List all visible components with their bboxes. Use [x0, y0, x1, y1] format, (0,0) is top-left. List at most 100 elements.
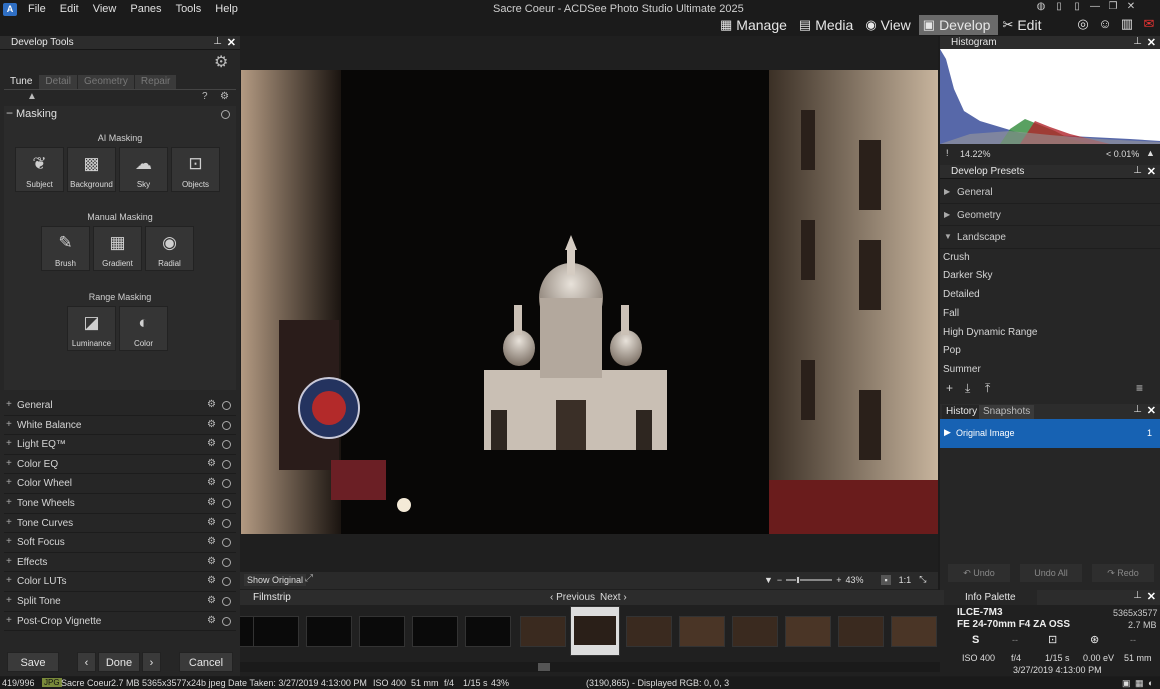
sky-button[interactable]: ☁ Sky	[119, 147, 168, 192]
masking-header[interactable]: − Masking	[4, 106, 236, 122]
restore-icon[interactable]: ❐	[1107, 1, 1119, 12]
undo-button[interactable]: ↶ Undo	[948, 564, 1010, 582]
thumbnail[interactable]	[838, 616, 884, 647]
gear-icon[interactable]: ⚙	[207, 595, 216, 606]
menu-edit[interactable]: Edit	[53, 3, 86, 16]
section-soft-focus[interactable]: + Soft Focus ⚙	[4, 533, 236, 553]
section-effects[interactable]: + Effects ⚙	[4, 552, 236, 573]
reset-circle-icon[interactable]	[222, 479, 231, 489]
previous-button[interactable]: ‹ Previous	[550, 592, 595, 603]
thumbnail[interactable]	[626, 616, 672, 647]
background-button[interactable]: ▩ Background	[67, 147, 116, 192]
undo-all-button[interactable]: Undo All	[1020, 564, 1082, 582]
thumbnail[interactable]	[785, 616, 831, 647]
preset-group-landscape[interactable]: ▼ Landscape	[940, 226, 1160, 249]
shadow-clip-icon[interactable]: !	[946, 148, 949, 158]
reset-circle-icon[interactable]	[222, 420, 231, 430]
preset-item[interactable]: Crush	[940, 249, 1160, 268]
section-split-tone[interactable]: + Split Tone ⚙	[4, 591, 236, 612]
section-white-balance[interactable]: + White Balance ⚙	[4, 415, 236, 436]
gear-icon[interactable]: ⚙	[207, 438, 216, 449]
scroll-thumb[interactable]	[538, 663, 550, 671]
reset-circle-icon[interactable]	[222, 498, 231, 508]
radial-button[interactable]: ◉ Radial	[145, 226, 194, 271]
previous-image-button[interactable]: ‹	[77, 652, 96, 672]
mode-media[interactable]: ▤ Media	[795, 15, 861, 35]
close-icon[interactable]: ✕	[1147, 165, 1156, 178]
section-light-eq[interactable]: + Light EQ™ ⚙	[4, 435, 236, 455]
smile-icon[interactable]: ☺	[1097, 16, 1113, 32]
close-icon[interactable]: ✕	[1147, 36, 1156, 49]
close-window-icon[interactable]: ✕	[1125, 1, 1137, 12]
show-original-button[interactable]: Show Original	[244, 574, 307, 586]
reset-circle-icon[interactable]	[222, 577, 231, 587]
status-icon-1[interactable]: ▣	[1122, 678, 1131, 689]
preset-item[interactable]: Darker Sky	[940, 267, 1160, 286]
add-preset-icon[interactable]: +	[946, 381, 953, 395]
photo-sacre-coeur[interactable]	[241, 70, 938, 534]
objects-button[interactable]: ⊡ Objects	[171, 147, 220, 192]
preset-item[interactable]: Detailed	[940, 286, 1160, 305]
status-icon-2[interactable]: ▦	[1135, 678, 1144, 689]
reset-circle-icon[interactable]	[221, 110, 230, 119]
menu-help[interactable]: Help	[208, 3, 245, 16]
menu-view[interactable]: View	[86, 3, 124, 16]
zoom-slider[interactable]	[786, 575, 833, 584]
thumbnail[interactable]	[520, 616, 566, 647]
fit-icon[interactable]: ▪	[881, 574, 891, 585]
next-button[interactable]: Next ›	[600, 592, 627, 603]
history-item-original[interactable]: ▶ Original Image 1	[940, 419, 1160, 448]
section-color-wheel[interactable]: + Color Wheel ⚙	[4, 474, 236, 494]
save-button[interactable]: Save	[7, 652, 59, 672]
highlight-warning-icon[interactable]: ▲	[1146, 148, 1155, 158]
thumbnail-selected[interactable]	[570, 606, 620, 656]
warning-icon[interactable]: ▲	[27, 91, 37, 102]
subject-button[interactable]: ❦ Subject	[15, 147, 64, 192]
brush-button[interactable]: ✎ Brush	[41, 226, 90, 271]
next-image-button[interactable]: ›	[142, 652, 161, 672]
thumbnail[interactable]	[253, 616, 299, 647]
zoom-slider-thumb[interactable]	[796, 575, 801, 584]
fit-screen-icon[interactable]: ⤢	[305, 573, 313, 584]
minimize-icon[interactable]: —	[1089, 1, 1101, 12]
export-preset-icon[interactable]: ⤒	[985, 381, 990, 396]
globe-icon[interactable]: ◎	[1075, 16, 1091, 32]
cancel-button[interactable]: Cancel	[179, 652, 233, 672]
menu-file[interactable]: File	[21, 3, 53, 16]
preset-menu-icon[interactable]: ≡	[1136, 381, 1143, 395]
tab-detail[interactable]: Detail	[39, 75, 77, 89]
thumbnail[interactable]	[465, 616, 511, 647]
gear-icon[interactable]: ⚙	[207, 517, 216, 528]
color-button[interactable]: ◐ Color	[119, 306, 168, 351]
preset-item[interactable]: Summer	[940, 361, 1160, 380]
settings-gear-icon[interactable]: ⚙	[214, 52, 228, 72]
mode-manage[interactable]: ▦ Manage	[716, 15, 795, 35]
mode-edit[interactable]: ✂ Edit	[998, 15, 1049, 35]
preset-item[interactable]: Pop	[940, 342, 1160, 361]
layout-icon[interactable]: ▯	[1053, 1, 1065, 12]
layout2-icon[interactable]: ▯	[1071, 1, 1083, 12]
pin-icon[interactable]: ⊥	[1133, 590, 1142, 601]
mode-view[interactable]: ◉ View	[861, 15, 918, 35]
mode-develop[interactable]: ▣ Develop	[918, 15, 999, 35]
account-icon[interactable]: ◍	[1035, 1, 1047, 12]
gradient-button[interactable]: ▦ Gradient	[93, 226, 142, 271]
gear-icon[interactable]: ⚙	[207, 497, 216, 508]
thumbnail[interactable]	[412, 616, 458, 647]
preset-group-geometry[interactable]: ▶ Geometry	[940, 204, 1160, 226]
thumbnail[interactable]	[359, 616, 405, 647]
tab-geometry[interactable]: Geometry	[78, 75, 134, 89]
luminance-button[interactable]: ◪ Luminance	[67, 306, 116, 351]
reset-circle-icon[interactable]	[222, 440, 231, 450]
status-icon-3[interactable]: ◐	[1148, 678, 1153, 688]
pin-icon[interactable]: ⊥	[1133, 36, 1142, 47]
actual-size-label[interactable]: 1:1	[899, 575, 912, 585]
thumbnail[interactable]	[891, 616, 937, 647]
gear-icon[interactable]: ⚙	[207, 477, 216, 488]
pin-icon[interactable]: ⊥	[1133, 165, 1142, 176]
tab-tune[interactable]: Tune	[4, 75, 39, 89]
close-icon[interactable]: ✕	[1147, 404, 1156, 417]
tab-history[interactable]: History	[942, 405, 982, 419]
expand-icon[interactable]: ⤡	[919, 574, 926, 585]
gear-icon[interactable]: ⚙	[207, 615, 216, 626]
